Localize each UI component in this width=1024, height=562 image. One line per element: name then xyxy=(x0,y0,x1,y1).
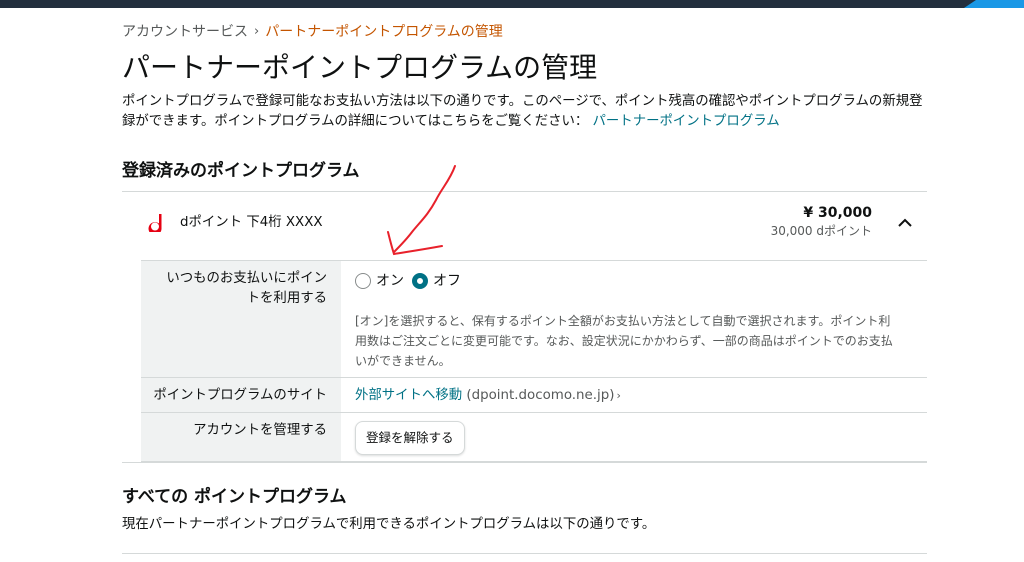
all-programs-divider xyxy=(122,553,927,554)
page-title: パートナーポイントプログラムの管理 xyxy=(122,51,598,84)
radio-on[interactable]: オン xyxy=(355,271,404,291)
program-details: いつものお支払いにポイントを利用する オン オフ [オン]を選択すると、保有する… xyxy=(141,260,927,462)
dpoint-logo-icon xyxy=(148,214,162,232)
radio-off[interactable]: オフ xyxy=(412,271,461,291)
program-row-dpoint[interactable]: dポイント 下4桁 XXXX ¥ 30,000 30,000 dポイント xyxy=(122,192,927,260)
external-link-arrow-icon: › xyxy=(616,389,621,402)
external-site-domain: (dpoint.docomo.ne.jp) xyxy=(466,388,615,403)
site-label: ポイントプログラムのサイト xyxy=(141,378,341,412)
unregister-button[interactable]: 登録を解除する xyxy=(355,421,465,455)
site-value: 外部サイトへ移動 (dpoint.docomo.ne.jp) › xyxy=(341,378,927,412)
all-programs-description: 現在パートナーポイントプログラムで利用できるポイントプログラムは以下の通りです。 xyxy=(122,517,656,532)
radio-on-label: オン xyxy=(376,273,404,289)
intro-text: ポイントプログラムで登録可能なお支払い方法は以下の通りです。このページで、ポイン… xyxy=(122,92,927,132)
page-content: アカウントサービス › パートナーポイントプログラムの管理 パートナーポイントプ… xyxy=(122,22,927,554)
manage-account-label: アカウントを管理する xyxy=(141,413,341,461)
use-points-help-text: [オン]を選択すると、保有するポイント全額がお支払い方法として自動で選択されます… xyxy=(355,314,893,368)
radio-off-label: オフ xyxy=(433,273,461,289)
program-balance: ¥ 30,000 xyxy=(803,205,872,221)
external-site-link[interactable]: 外部サイトへ移動 xyxy=(355,388,462,403)
breadcrumb: アカウントサービス › パートナーポイントプログラムの管理 xyxy=(122,22,927,42)
radio-on-circle[interactable] xyxy=(355,273,371,289)
details-row-manage: アカウントを管理する 登録を解除する xyxy=(141,413,927,462)
registered-programs-heading: 登録済みのポイントプログラム xyxy=(122,161,360,181)
breadcrumb-separator: › xyxy=(254,24,260,39)
program-points: 30,000 dポイント xyxy=(770,224,872,238)
intro-body: ポイントプログラムで登録可能なお支払い方法は以下の通りです。このページで、ポイン… xyxy=(122,94,923,129)
radio-off-circle[interactable] xyxy=(412,273,428,289)
use-points-radio-group: オン オフ xyxy=(355,271,913,291)
section-divider-bottom xyxy=(122,462,927,463)
breadcrumb-account-services[interactable]: アカウントサービス xyxy=(122,22,248,42)
partner-program-link[interactable]: パートナーポイントプログラム xyxy=(593,114,780,129)
manage-account-value: 登録を解除する xyxy=(341,413,927,461)
top-navigation-bar xyxy=(0,0,1024,8)
all-programs-heading: すべての ポイントプログラム xyxy=(122,487,347,507)
chevron-up-icon[interactable] xyxy=(897,215,913,231)
program-name: dポイント 下4桁 XXXX xyxy=(180,215,323,230)
use-points-label: いつものお支払いにポイントを利用する xyxy=(141,261,341,377)
details-row-use-points: いつものお支払いにポイントを利用する オン オフ [オン]を選択すると、保有する… xyxy=(141,261,927,378)
use-points-value: オン オフ [オン]を選択すると、保有するポイント全額がお支払い方法として自動で… xyxy=(341,261,927,377)
breadcrumb-current[interactable]: パートナーポイントプログラムの管理 xyxy=(265,22,503,42)
details-row-site: ポイントプログラムのサイト 外部サイトへ移動 (dpoint.docomo.ne… xyxy=(141,378,927,413)
